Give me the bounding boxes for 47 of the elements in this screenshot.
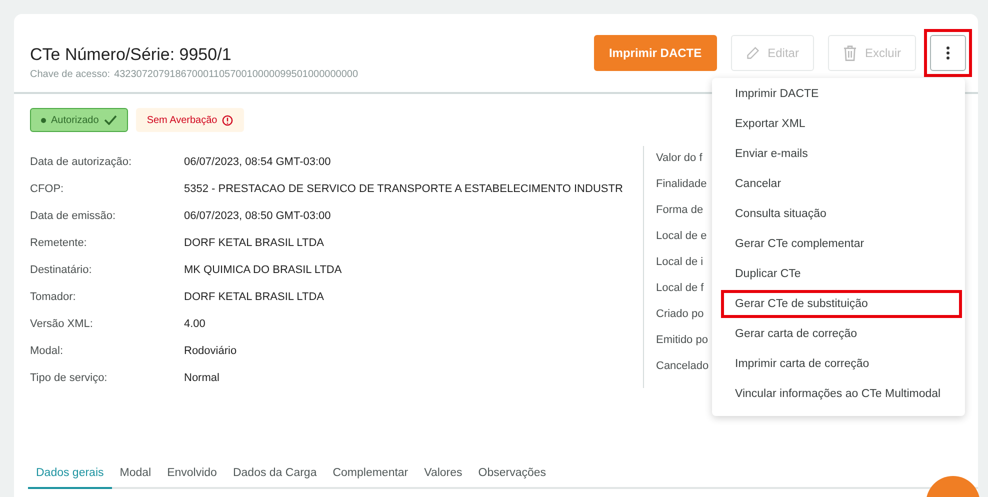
- tab[interactable]: Modal: [112, 461, 160, 489]
- more-button[interactable]: [930, 35, 966, 71]
- field-label: Emitido po: [656, 334, 709, 348]
- status-badge: Autorizado: [30, 108, 128, 132]
- dot-icon: [41, 118, 46, 122]
- field-value: 06/07/2023, 08:50 GMT-03:00: [184, 209, 332, 224]
- tab[interactable]: Valores: [416, 461, 470, 489]
- field-label: Tipo de serviço:: [30, 371, 108, 386]
- tab[interactable]: Dados da Carga: [224, 461, 325, 489]
- field-label: Local de f: [656, 282, 705, 296]
- field-value: DORF KETAL BRASIL LTDA: [184, 236, 325, 251]
- trash-icon: [842, 45, 857, 61]
- field-value: 4.00: [184, 317, 206, 332]
- menu-item[interactable]: Gerar CTe de substituição: [721, 290, 962, 318]
- field-value: MK QUIMICA DO BRASIL LTDA: [184, 263, 343, 278]
- field-label: Cancelado: [656, 360, 709, 374]
- field-label: Finalidade: [656, 178, 708, 192]
- access-key-label: Chave de acesso:: [30, 68, 110, 80]
- field-value: 5352 - PRESTACAO DE SERVICO DE TRANSPORTE A ESTABELECIMENTO INDUSTR: [184, 182, 624, 197]
- check-icon: [104, 115, 117, 125]
- field-label: Data de emissão:: [30, 209, 117, 224]
- field-value: 06/07/2023, 08:54 GMT-03:00: [184, 155, 332, 170]
- field-label: Tomador:: [30, 290, 77, 305]
- tab[interactable]: Complementar: [324, 461, 416, 489]
- field-value: Normal: [184, 371, 220, 386]
- field-label: CFOP:: [30, 182, 65, 197]
- field-label: Forma de: [656, 204, 704, 218]
- field-label: Destinatário:: [30, 263, 93, 278]
- access-key: 43230720791867000110570010000099501000000000: [114, 68, 358, 80]
- tab[interactable]: Envolvido: [159, 461, 225, 489]
- field-label: Versão XML:: [30, 317, 94, 332]
- alert-icon: [222, 114, 234, 126]
- field-label: Local de i: [656, 256, 704, 270]
- warning-badge: Sem Averbação: [136, 108, 244, 132]
- tab[interactable]: Dados gerais: [28, 461, 112, 489]
- more-icon: [946, 46, 950, 60]
- field-label: Local de e: [656, 230, 708, 244]
- field-value: DORF KETAL BRASIL LTDA: [184, 290, 325, 305]
- field-label: Data de autorização:: [30, 155, 133, 170]
- page-title: CTe Número/Série: 9950/1: [30, 44, 232, 64]
- tab[interactable]: Observações: [470, 461, 554, 489]
- field-label: Valor do f: [656, 152, 704, 166]
- field-label: Criado po: [656, 308, 705, 322]
- field-label: Modal:: [30, 344, 64, 359]
- pencil-icon: [746, 46, 760, 60]
- field-label: Remetente:: [30, 236, 88, 251]
- field-value: Rodoviário: [184, 344, 238, 359]
